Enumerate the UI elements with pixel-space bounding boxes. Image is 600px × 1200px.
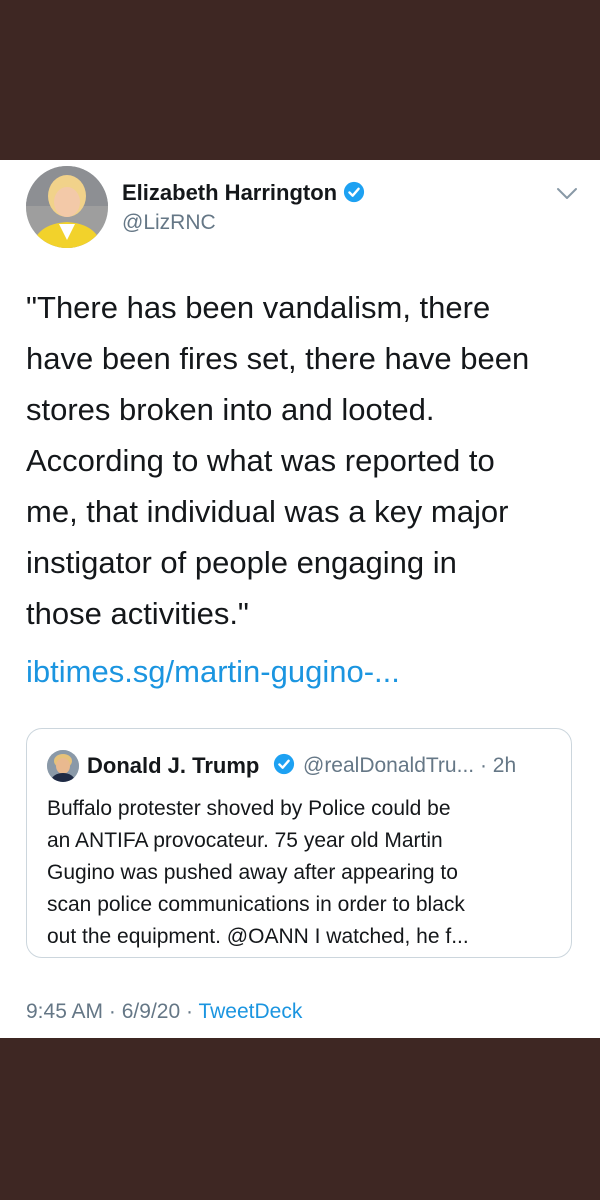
quoted-author-handle-line: @realDonaldTru... · 2h [303,754,516,778]
tweet-meta: 9:45 AM · 6/9/20 · TweetDeck [26,1000,302,1024]
verified-badge-icon [273,753,295,780]
author-handle[interactable]: @LizRNC [122,211,216,235]
verified-badge-icon [343,181,365,209]
quoted-author-name: Donald J. Trump [87,753,260,778]
quoted-timestamp: 2h [492,754,517,777]
chevron-down-icon[interactable] [556,186,578,202]
quoted-tweet-text: Buffalo protester shoved by Police could… [47,797,469,948]
tweet-link[interactable]: ibtimes.sg/martin-gugino-... [26,646,400,697]
quoted-author-handle: @realDonaldTru... [303,754,475,777]
author-avatar[interactable] [26,166,108,248]
tweet-source[interactable]: TweetDeck [198,1000,302,1023]
quoted-tweet[interactable]: Donald J. Trump @realDonaldTru... · 2h B… [26,728,572,958]
separator-dot: · [108,1000,116,1023]
top-dark-band [0,0,600,160]
separator-dot: · [185,1000,193,1023]
author-name-label[interactable]: Elizabeth Harrington [122,180,337,205]
tweet-date[interactable]: 6/9/20 [122,1000,180,1023]
quoted-author-avatar [47,750,79,782]
author-name[interactable]: Elizabeth Harrington [122,180,365,209]
tweet-time[interactable]: 9:45 AM [26,1000,103,1023]
tweet-text: "There has been vandalism, there have be… [26,290,530,631]
separator-dot: · [479,754,487,777]
bottom-dark-band [0,1038,600,1200]
